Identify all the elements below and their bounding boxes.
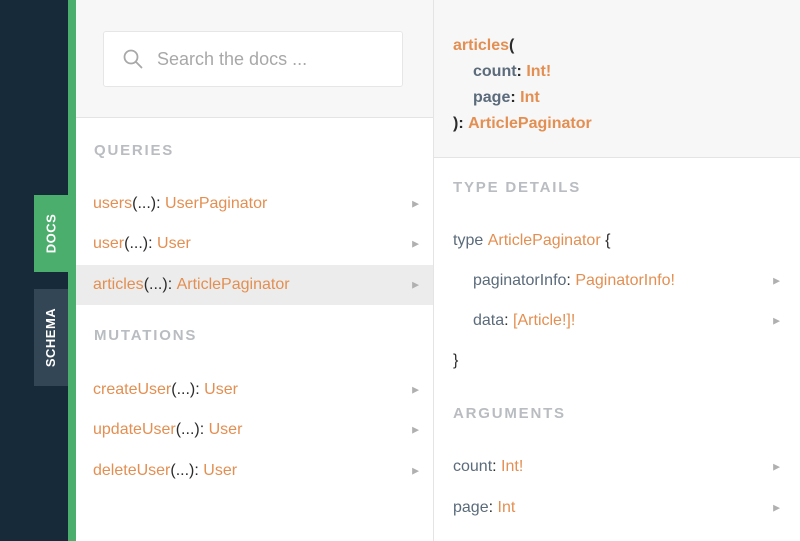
signature-open-line: articles(	[453, 37, 514, 55]
signature-arg-name: page	[473, 89, 511, 106]
query-args: (...)	[132, 195, 157, 212]
mutation-name: deleteUser	[93, 462, 171, 479]
argument-item-count[interactable]: count: Int! ▶	[434, 449, 800, 485]
search-input[interactable]	[157, 32, 402, 86]
mutation-item-updateuser[interactable]: updateUser (...): User ▶	[76, 410, 433, 450]
argument-type[interactable]: Int	[498, 499, 516, 517]
tab-docs[interactable]: DOCS	[34, 195, 68, 272]
argument-colon: :	[492, 458, 497, 475]
type-field-data[interactable]: data: [Article!]! ▶	[434, 303, 800, 339]
type-name[interactable]: ArticlePaginator	[488, 232, 601, 250]
docs-explorer-pane: QUERIES users(...): UserPaginator ▶ user…	[76, 0, 433, 541]
field-detail-pane: articles( count: Int! page: Int ): Artic…	[434, 0, 800, 541]
query-item-articles[interactable]: articles (...): ArticlePaginator ▶	[76, 265, 433, 305]
query-return-type[interactable]: UserPaginator	[165, 195, 267, 213]
triangle-right-icon: ▶	[412, 424, 419, 435]
argument-colon: :	[488, 499, 494, 516]
mutation-args: (...)	[170, 462, 195, 479]
signature-arg-type[interactable]: Int!	[526, 63, 551, 80]
type-declaration-line: type ArticlePaginator {	[434, 223, 800, 259]
query-colon: :	[148, 235, 153, 252]
queries-heading: QUERIES	[94, 142, 175, 159]
type-field-paginatorinfo[interactable]: paginatorInfo: PaginatorInfo! ▶	[434, 263, 800, 299]
argument-name: page	[453, 499, 489, 516]
mutation-colon: :	[199, 421, 205, 438]
tab-schema[interactable]: SCHEMA	[34, 289, 68, 386]
signature-arg-colon: :	[510, 89, 516, 106]
tab-docs-label: DOCS	[43, 213, 59, 254]
type-field-colon: :	[504, 312, 509, 329]
open-brace: {	[605, 232, 611, 249]
argument-name: count	[453, 458, 493, 475]
signature-arg-page: page: Int	[473, 89, 540, 107]
type-keyword: type	[453, 232, 484, 249]
triangle-right-icon: ▶	[412, 384, 419, 395]
query-name: users	[93, 195, 133, 212]
mutation-item-createuser[interactable]: createUser (...): User ▶	[76, 370, 433, 410]
query-item-user[interactable]: user (...): User ▶	[76, 224, 433, 264]
type-field-colon: :	[566, 272, 571, 289]
signature-arg-name: count	[473, 63, 517, 80]
triangle-right-icon: ▶	[412, 279, 419, 290]
active-panel-indicator	[68, 0, 76, 541]
field-signature: articles( count: Int! page: Int ): Artic…	[434, 0, 800, 158]
signature-open-paren: (	[509, 37, 515, 54]
type-field-name: data	[473, 312, 505, 329]
search-icon	[122, 48, 144, 70]
query-return-type[interactable]: User	[157, 235, 191, 253]
triangle-right-icon: ▶	[773, 275, 780, 286]
query-args: (...)	[143, 276, 168, 293]
query-return-type[interactable]: ArticlePaginator	[177, 276, 290, 294]
argument-type[interactable]: Int!	[501, 458, 523, 476]
triangle-right-icon: ▶	[773, 502, 780, 513]
tab-schema-label: SCHEMA	[43, 307, 59, 368]
mutation-colon: :	[194, 462, 199, 479]
signature-close-paren: ):	[453, 115, 464, 132]
signature-arg-type[interactable]: Int	[520, 89, 540, 106]
query-args: (...)	[124, 235, 149, 252]
signature-arg-count: count: Int!	[473, 63, 551, 81]
mutation-return-type[interactable]: User	[203, 462, 237, 480]
signature-return-type[interactable]: ArticlePaginator	[468, 115, 592, 132]
mutation-name: updateUser	[93, 421, 176, 438]
signature-close-line: ): ArticlePaginator	[453, 115, 592, 133]
type-details-heading: TYPE DETAILS	[453, 179, 581, 196]
query-colon: :	[156, 195, 161, 212]
arguments-heading: ARGUMENTS	[453, 405, 566, 422]
close-brace: }	[453, 352, 459, 369]
mutation-return-type[interactable]: User	[204, 381, 238, 399]
mutations-heading: MUTATIONS	[94, 327, 198, 344]
mutation-colon: :	[195, 381, 200, 398]
search-box[interactable]	[103, 31, 403, 87]
triangle-right-icon: ▶	[773, 461, 780, 472]
signature-arg-colon: :	[516, 63, 522, 80]
search-area	[76, 0, 433, 118]
mutation-args: (...)	[171, 381, 196, 398]
argument-item-page[interactable]: page: Int ▶	[434, 490, 800, 526]
mutation-name: createUser	[93, 381, 172, 398]
query-colon: :	[167, 276, 173, 293]
query-name: user	[93, 235, 125, 252]
triangle-right-icon: ▶	[773, 315, 780, 326]
signature-field-name: articles	[453, 37, 510, 54]
mutation-return-type[interactable]: User	[209, 421, 243, 439]
triangle-right-icon: ▶	[412, 238, 419, 249]
query-item-users[interactable]: users (...): UserPaginator ▶	[76, 184, 433, 224]
mutation-args: (...)	[175, 421, 200, 438]
triangle-right-icon: ▶	[412, 198, 419, 209]
query-name: articles	[93, 276, 144, 293]
triangle-right-icon: ▶	[412, 465, 419, 476]
type-field-type[interactable]: PaginatorInfo!	[575, 272, 675, 290]
type-field-type[interactable]: [Article!]!	[513, 312, 575, 330]
type-close-line: }	[434, 343, 800, 379]
mutation-item-deleteuser[interactable]: deleteUser (...): User ▶	[76, 451, 433, 491]
type-field-name: paginatorInfo	[473, 272, 567, 289]
